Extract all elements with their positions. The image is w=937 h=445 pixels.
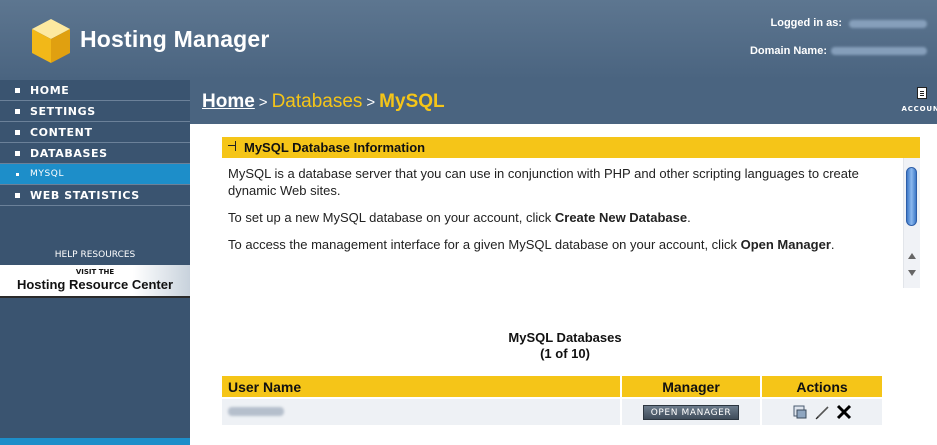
open-manager-button[interactable]: OPEN MANAGER <box>643 404 739 420</box>
databases-title: MySQL Databases <box>508 330 622 345</box>
breadcrumb-current: MySQL <box>379 91 445 112</box>
info-text-segment: . <box>830 237 835 252</box>
open-manager-text: Open Manager <box>740 237 831 252</box>
bullet-icon <box>15 151 20 156</box>
info-text-segment: . <box>687 210 691 225</box>
app-title: Hosting Manager <box>80 26 270 52</box>
breadcrumb-databases[interactable]: Databases <box>272 91 363 112</box>
domain-name-label: Domain Name: <box>749 45 827 57</box>
breadcrumb-separator: > <box>366 94 376 111</box>
column-actions: Actions <box>761 376 882 398</box>
sidebar-item-databases[interactable]: DATABASES <box>0 143 190 164</box>
databases-table: User Name Manager Actions OPEN MANAGER <box>222 376 882 425</box>
sidebar-item-label: HOME <box>30 84 70 97</box>
info-text-segment: To access the management interface for a… <box>228 237 741 252</box>
bullet-icon <box>15 193 20 198</box>
sidebar-item-label: WEB STATISTICS <box>30 189 140 202</box>
sidebar-item-label: SETTINGS <box>30 105 96 118</box>
breadcrumb: Home > Databases > MySQL <box>202 91 445 113</box>
actions-cell <box>761 397 882 425</box>
domain-name-value-redacted <box>831 47 927 55</box>
breadcrumb-bar: Home>Databases>MySQL ACCOUNT LI <box>190 80 937 124</box>
sidebar-item-content[interactable]: CONTENT <box>0 122 190 143</box>
delete-x-icon[interactable] <box>836 404 852 420</box>
help-resources-heading: HELP RESOURCES <box>54 250 136 260</box>
info-text: MySQL is a database server that you can … <box>228 165 892 263</box>
info-panel-title: MySQL Database Information <box>244 140 426 155</box>
info-panel-body: MySQL is a database server that you can … <box>222 158 920 288</box>
column-manager: Manager <box>621 376 762 398</box>
sidebar-item-label: CONTENT <box>30 126 93 139</box>
create-new-database-text: Create New Database <box>554 210 688 225</box>
banner-center-text: Hosting Resource Center <box>16 277 174 292</box>
bullet-icon <box>15 130 20 135</box>
info-paragraph: To access the management interface for a… <box>228 236 892 253</box>
databases-heading: MySQL Databases (1 of 10) <box>380 330 750 362</box>
column-user-name: User Name <box>222 376 622 398</box>
edit-pencil-icon[interactable] <box>814 404 830 420</box>
sidebar-footer-strip <box>0 438 190 445</box>
collapse-toggle-icon[interactable] <box>228 141 236 151</box>
account-document-icon[interactable] <box>917 87 927 99</box>
sidebar-item-home[interactable]: HOME <box>0 80 190 101</box>
sidebar-item-web-statistics[interactable]: WEB STATISTICS <box>0 185 190 206</box>
bullet-icon <box>16 173 19 176</box>
databases-count: (1 of 10) <box>540 346 590 361</box>
bullet-icon <box>15 109 20 114</box>
info-panel-header[interactable]: MySQL Database Information <box>222 137 920 158</box>
info-scrollbar[interactable] <box>903 158 920 288</box>
scroll-down-arrow-icon[interactable] <box>908 270 916 276</box>
sidebar-item-mysql[interactable]: MYSQL <box>0 164 190 185</box>
sidebar: HOME SETTINGS CONTENT DATABASES MYSQL WE… <box>0 80 190 445</box>
logged-in-label: Logged in as: <box>770 17 843 29</box>
logged-in-username-redacted <box>849 20 927 28</box>
user-name-redacted <box>228 407 284 416</box>
manager-cell: OPEN MANAGER <box>621 397 762 425</box>
cube-logo-icon <box>32 19 70 63</box>
scroll-up-arrow-icon[interactable] <box>908 253 916 259</box>
hosting-resource-center-banner[interactable]: VISIT THE Hosting Resource Center <box>0 265 190 298</box>
app-header: Hosting Manager Logged in as: Domain Nam… <box>0 0 937 80</box>
banner-visit-text: VISIT THE <box>75 268 115 276</box>
row-actions <box>762 404 882 420</box>
sidebar-item-label: MYSQL <box>30 169 65 179</box>
account-link-label[interactable]: ACCOUNT LI <box>902 105 937 113</box>
info-paragraph: To set up a new MySQL database on your a… <box>228 209 892 226</box>
breadcrumb-separator: > <box>258 94 268 111</box>
bullet-icon <box>15 88 20 93</box>
info-text-segment: To set up a new MySQL database on your a… <box>228 210 555 225</box>
sidebar-item-label: DATABASES <box>30 147 108 160</box>
table-header-row: User Name Manager Actions <box>222 376 882 398</box>
user-name-cell <box>222 397 622 425</box>
main-content: Home>Databases>MySQL ACCOUNT LI MySQL Da… <box>190 80 937 445</box>
table-row: OPEN MANAGER <box>222 397 882 425</box>
info-paragraph: MySQL is a database server that you can … <box>228 166 859 198</box>
properties-icon[interactable] <box>792 404 808 420</box>
scrollbar-thumb[interactable] <box>906 167 917 226</box>
breadcrumb-home-link[interactable]: Home <box>202 91 255 112</box>
sidebar-item-settings[interactable]: SETTINGS <box>0 101 190 122</box>
